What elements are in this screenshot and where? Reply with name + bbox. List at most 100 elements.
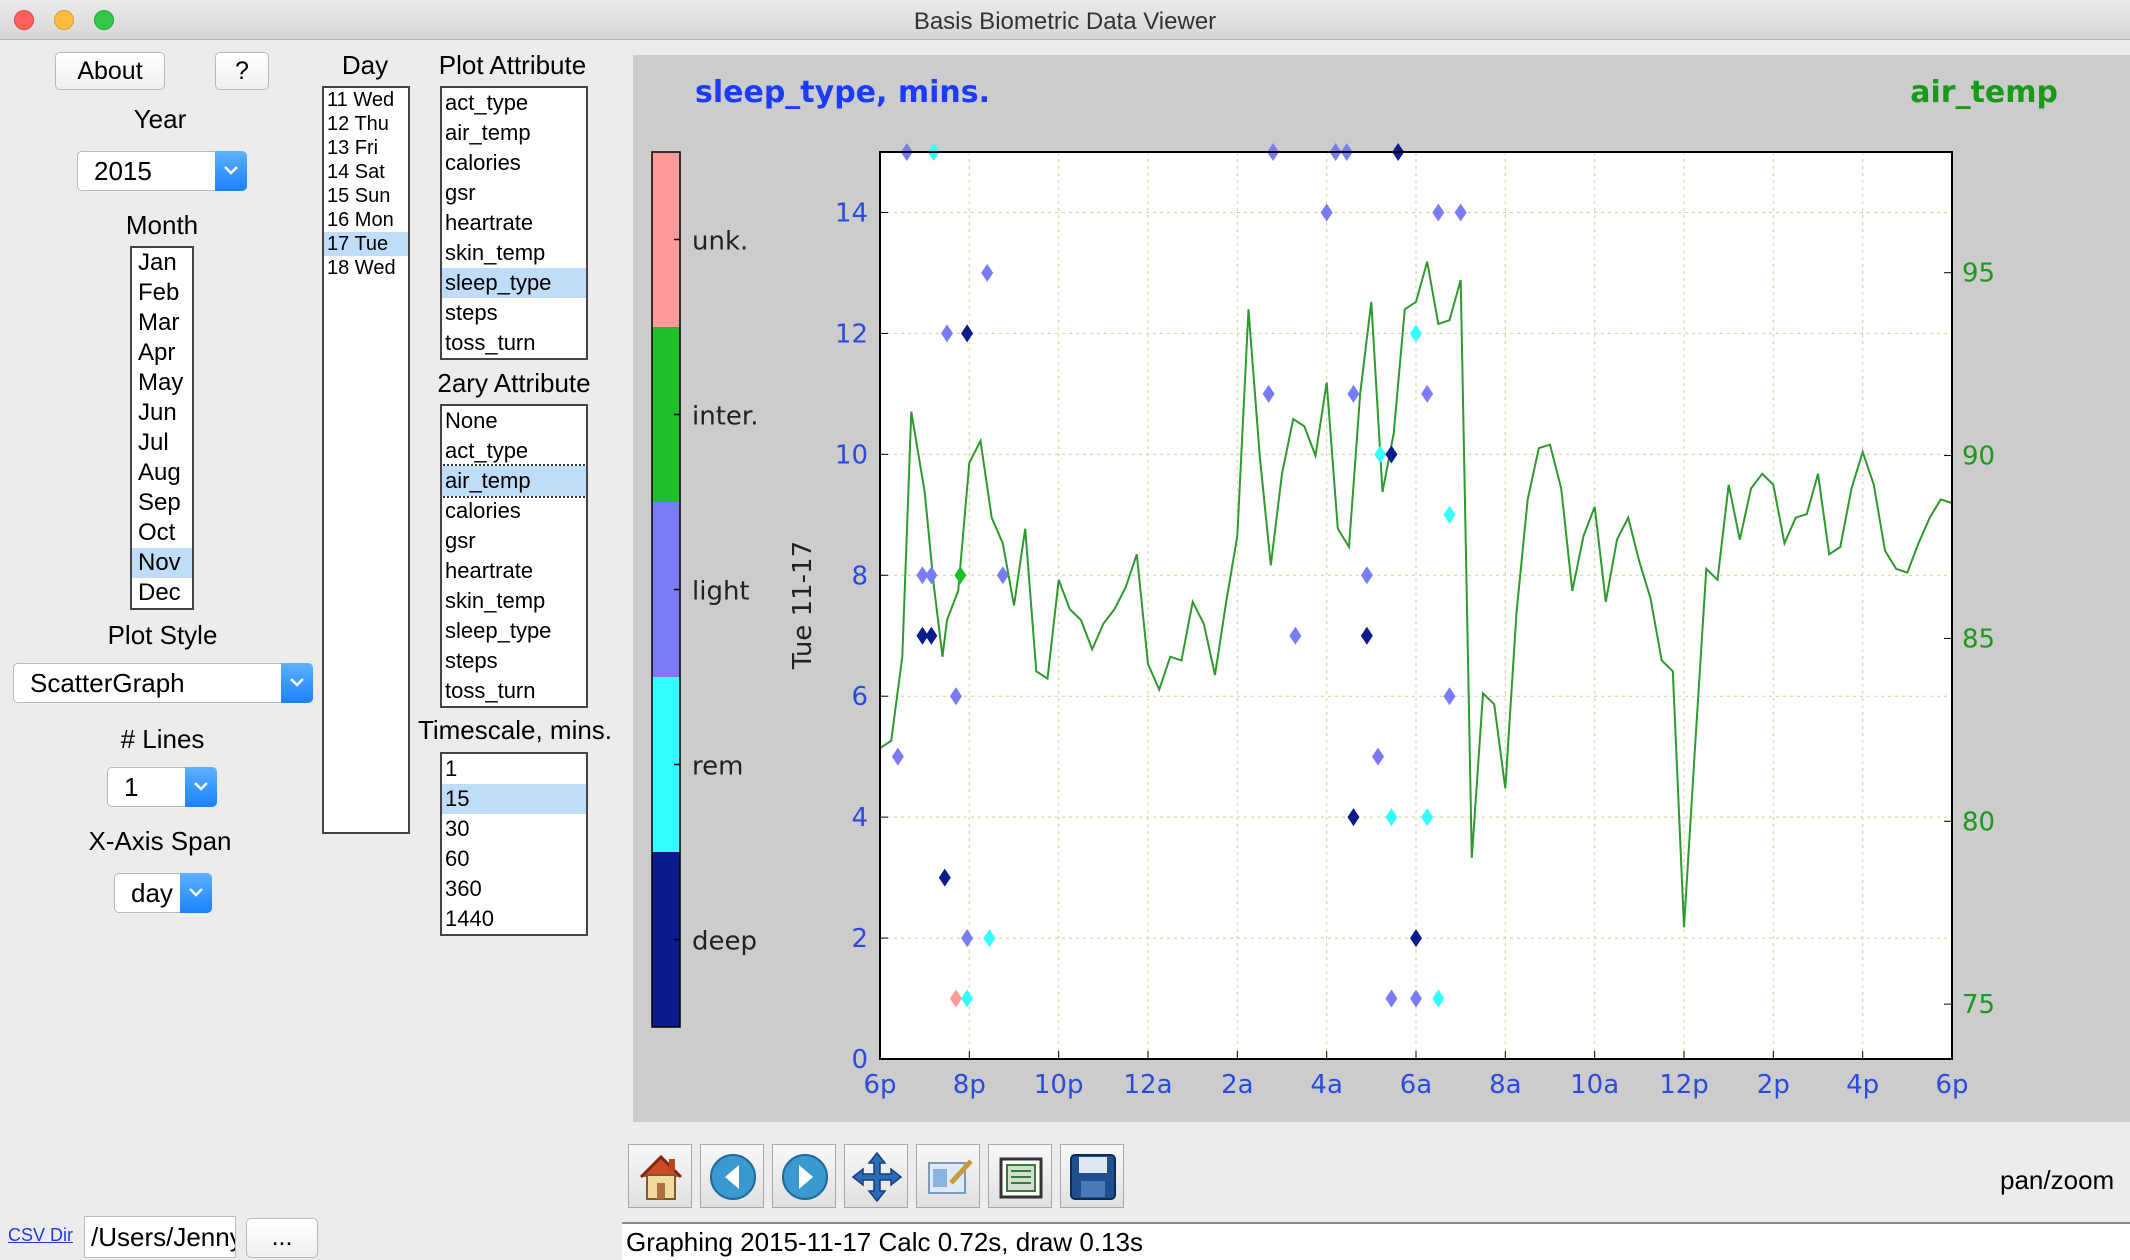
day-option[interactable]: 18 Wed xyxy=(324,256,408,280)
month-option[interactable]: Jul xyxy=(132,428,192,458)
day-option[interactable]: 12 Thu xyxy=(324,112,408,136)
plot-attribute-option[interactable]: sleep_type xyxy=(442,268,586,298)
pan-button[interactable] xyxy=(844,1144,908,1208)
configure-icon xyxy=(999,1157,1043,1199)
title-bar: Basis Biometric Data Viewer xyxy=(0,0,2130,40)
month-option[interactable]: Apr xyxy=(132,338,192,368)
save-icon xyxy=(1070,1154,1116,1200)
y-tick-label: 6 xyxy=(851,682,868,712)
x-tick-label: 2p xyxy=(1757,1070,1790,1100)
secondary-attribute-option[interactable]: None xyxy=(442,406,586,436)
timescale-option[interactable]: 1440 xyxy=(442,904,586,934)
x-axis-span-select[interactable]: day xyxy=(114,873,212,913)
chart-svg[interactable]: sleep_type, mins. air_temp unk. inter. light… xyxy=(633,55,2130,1122)
day-option[interactable]: 14 Sat xyxy=(324,160,408,184)
x-tick-label: 12a xyxy=(1123,1070,1172,1100)
save-button[interactable] xyxy=(1060,1144,1124,1208)
lines-select[interactable]: 1 xyxy=(107,767,217,807)
plot-attribute-option[interactable]: toss_turn xyxy=(442,328,586,358)
secondary-attribute-option[interactable]: calories xyxy=(442,496,586,526)
month-option[interactable]: Feb xyxy=(132,278,192,308)
y-tick-label: 2 xyxy=(851,924,868,954)
colorbar-label: rem xyxy=(692,752,743,782)
y-tick-label: 14 xyxy=(835,198,868,228)
secondary-attribute-label: 2ary Attribute xyxy=(437,368,591,398)
month-option[interactable]: Aug xyxy=(132,458,192,488)
y-tick-label: 0 xyxy=(851,1045,868,1075)
y-tick-label: 12 xyxy=(835,319,868,349)
plot-attribute-option[interactable]: heartrate xyxy=(442,208,586,238)
zoom-button[interactable] xyxy=(916,1144,980,1208)
plot-attribute-option[interactable]: calories xyxy=(442,148,586,178)
about-button[interactable]: About xyxy=(55,52,165,90)
x-tick-label: 2a xyxy=(1221,1070,1253,1100)
month-option[interactable]: Dec xyxy=(132,578,192,608)
help-button[interactable]: ? xyxy=(215,52,269,90)
timescale-option[interactable]: 30 xyxy=(442,814,586,844)
forward-button[interactable] xyxy=(772,1144,836,1208)
month-option[interactable]: Mar xyxy=(132,308,192,338)
month-option[interactable]: Sep xyxy=(132,488,192,518)
secondary-attribute-option[interactable]: toss_turn xyxy=(442,676,586,706)
csv-dir-input[interactable]: /Users/Jenny xyxy=(84,1216,236,1258)
csv-dir-link[interactable]: CSV Dir xyxy=(8,1225,73,1246)
plot-canvas[interactable]: sleep_type, mins. air_temp unk. inter. light… xyxy=(633,55,2130,1122)
lines-label: # Lines xyxy=(120,724,205,754)
y2-tick-label: 80 xyxy=(1962,807,1995,837)
chevron-down-icon xyxy=(215,151,247,191)
month-listbox[interactable]: Jan Feb Mar Apr May Jun Jul Aug Sep Oct Nov Dec xyxy=(130,246,194,610)
day-listbox[interactable]: 11 Wed 12 Thu 13 Fri 14 Sat 15 Sun 16 Mon 17 T… xyxy=(322,86,410,834)
secondary-attribute-option[interactable]: sleep_type xyxy=(442,616,586,646)
timescale-option[interactable]: 360 xyxy=(442,874,586,904)
year-select[interactable]: 2015 xyxy=(77,151,247,191)
month-option[interactable]: May xyxy=(132,368,192,398)
plot-attribute-option[interactable]: act_type xyxy=(442,88,586,118)
day-option[interactable]: 11 Wed xyxy=(324,88,408,112)
chevron-down-icon xyxy=(281,663,313,703)
back-button[interactable] xyxy=(700,1144,764,1208)
secondary-attribute-listbox[interactable]: None act_type air_temp calories gsr heartrate… xyxy=(440,404,588,708)
timescale-option[interactable]: 15 xyxy=(442,784,586,814)
secondary-attribute-option[interactable]: steps xyxy=(442,646,586,676)
day-option[interactable]: 16 Mon xyxy=(324,208,408,232)
month-label: Month xyxy=(125,210,199,240)
timescale-option[interactable]: 60 xyxy=(442,844,586,874)
chart-title-right: air_temp xyxy=(1910,75,2058,110)
secondary-attribute-option[interactable]: heartrate xyxy=(442,556,586,586)
plot-attribute-listbox[interactable]: act_type air_temp calories gsr heartrate skin… xyxy=(440,86,588,360)
x-tick-label: 6p xyxy=(863,1070,896,1100)
day-option[interactable]: 15 Sun xyxy=(324,184,408,208)
year-label: Year xyxy=(133,104,187,134)
secondary-attribute-option[interactable]: act_type xyxy=(442,436,586,466)
x-axis-span-label: X-Axis Span xyxy=(88,826,232,856)
plot-attribute-option[interactable]: air_temp xyxy=(442,118,586,148)
x-axis-span-value: day xyxy=(131,878,173,908)
month-option[interactable]: Nov xyxy=(132,548,192,578)
window-title: Basis Biometric Data Viewer xyxy=(913,8,1217,35)
plot-attribute-option[interactable]: steps xyxy=(442,298,586,328)
month-option[interactable]: Jan xyxy=(132,248,192,278)
plot-style-select[interactable]: ScatterGraph xyxy=(13,663,313,703)
colorbar-label: inter. xyxy=(692,402,758,432)
plot-attribute-option[interactable]: gsr xyxy=(442,178,586,208)
colorbar-label: unk. xyxy=(692,227,748,257)
day-option[interactable]: 13 Fri xyxy=(324,136,408,160)
secondary-attribute-option[interactable]: air_temp xyxy=(442,464,586,498)
browse-button[interactable]: ... xyxy=(246,1218,318,1258)
year-value: 2015 xyxy=(94,156,152,186)
secondary-attribute-option[interactable]: gsr xyxy=(442,526,586,556)
plot-attribute-label: Plot Attribute xyxy=(438,50,587,80)
configure-button[interactable] xyxy=(988,1144,1052,1208)
plot-attribute-option[interactable]: skin_temp xyxy=(442,238,586,268)
home-button[interactable] xyxy=(628,1144,692,1208)
timescale-listbox[interactable]: 1 15 30 60 360 1440 xyxy=(440,752,588,936)
x-tick-label: 6a xyxy=(1400,1070,1432,1100)
plot-style-label: Plot Style xyxy=(107,620,218,650)
secondary-attribute-option[interactable]: skin_temp xyxy=(442,586,586,616)
mode-indicator: pan/zoom xyxy=(2000,1165,2115,1195)
day-option[interactable]: 17 Tue xyxy=(324,232,408,256)
timescale-option[interactable]: 1 xyxy=(442,754,586,784)
month-option[interactable]: Jun xyxy=(132,398,192,428)
chart-title-left: sleep_type, mins. xyxy=(695,75,990,110)
month-option[interactable]: Oct xyxy=(132,518,192,548)
